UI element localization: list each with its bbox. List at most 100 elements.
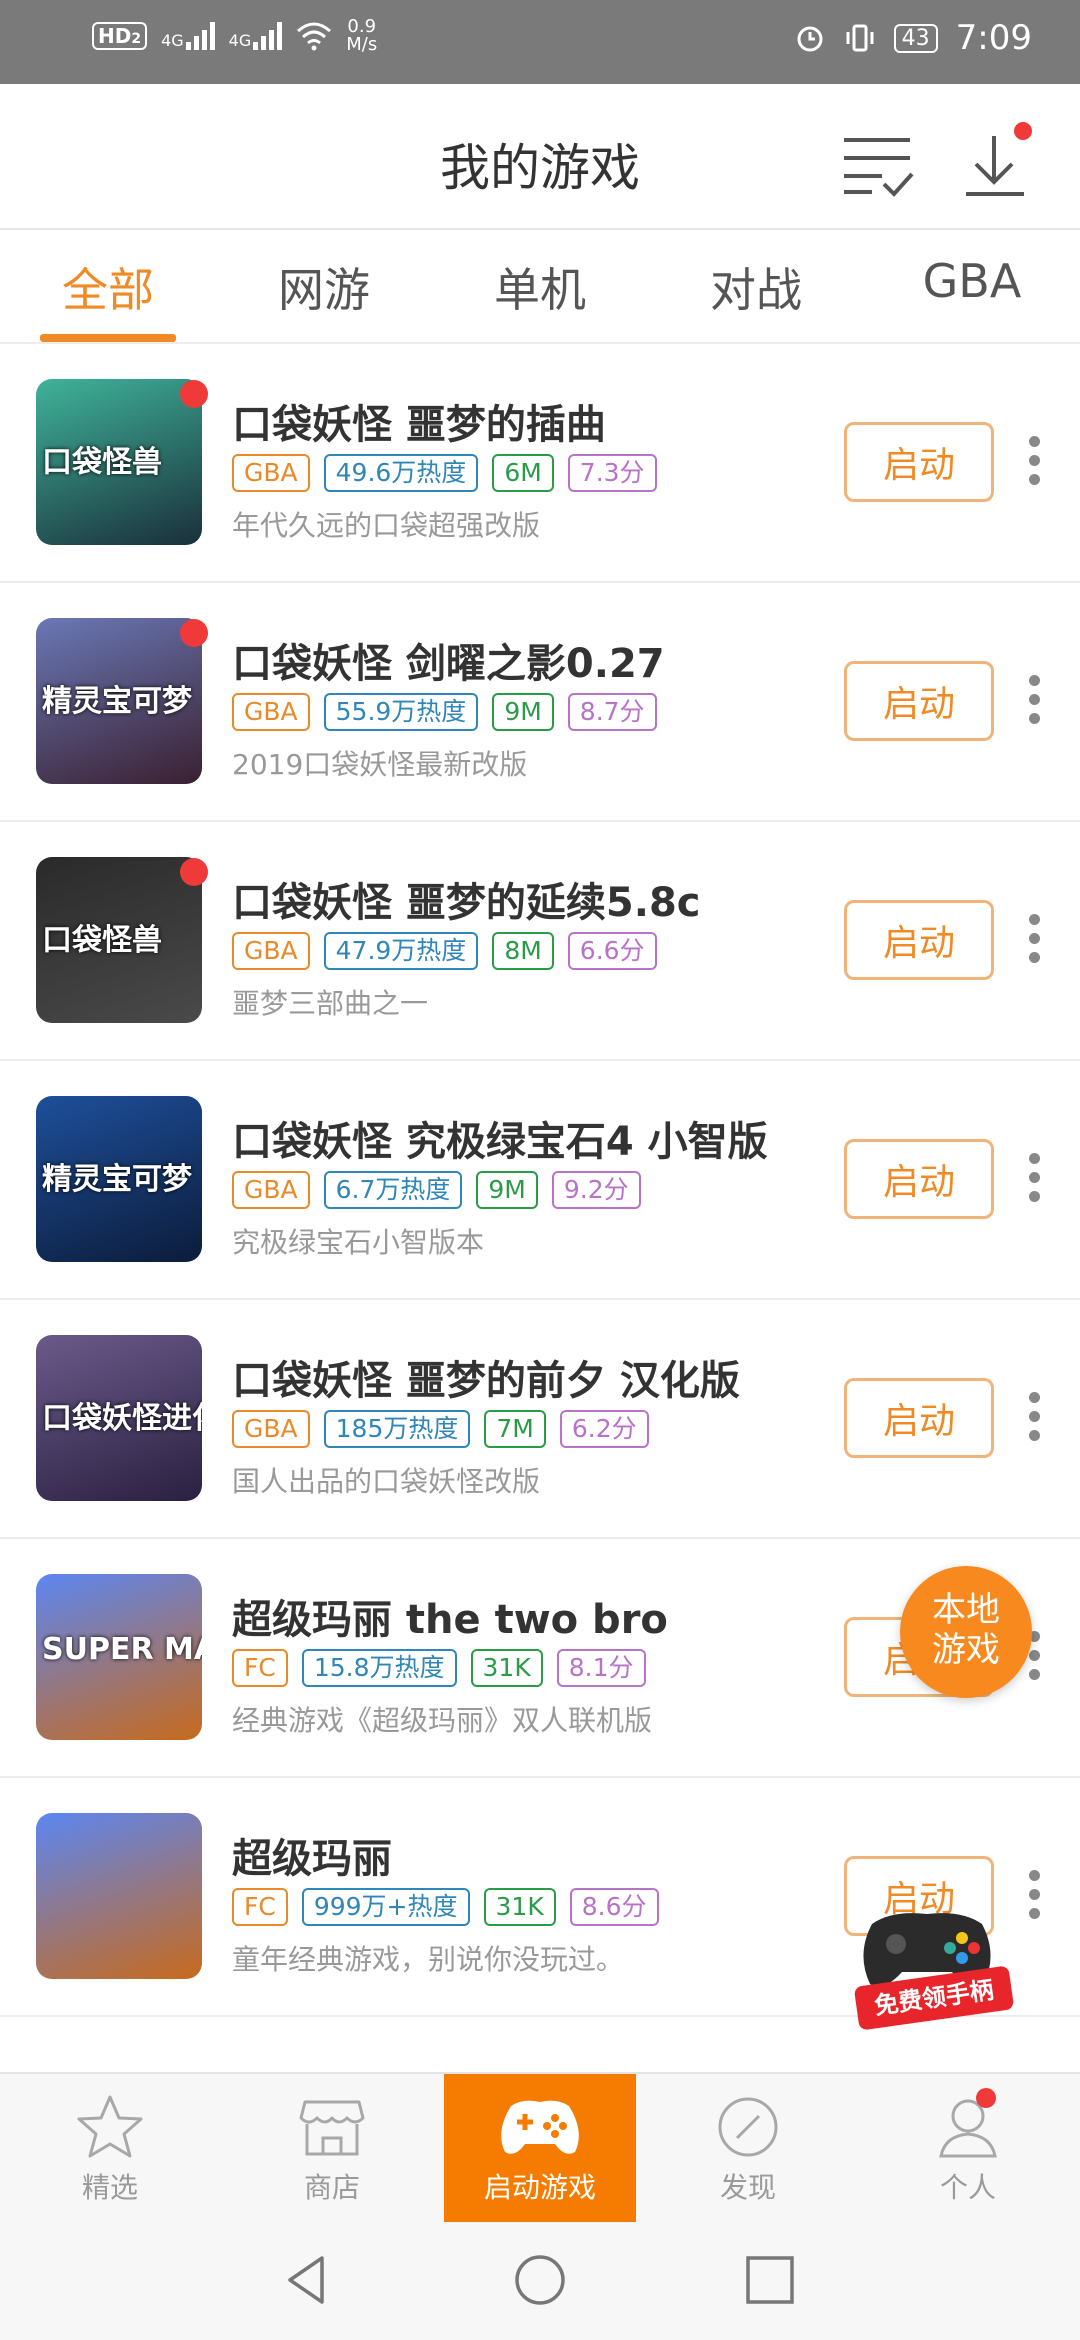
game-row[interactable]: 口袋妖怪进化论口袋妖怪 噩梦的前夕 汉化版 GBA 185万热度 7M 6.2分国人出品… — [0, 1300, 1080, 1539]
more-options-button[interactable] — [1024, 1870, 1044, 1926]
game-tags: GBA 185万热度 7M 6.2分 — [232, 1410, 649, 1448]
game-thumbnail[interactable]: SUPER MARIO BROS. — [36, 1574, 202, 1740]
more-options-button[interactable] — [1024, 1392, 1044, 1448]
net2-label: 4G — [228, 31, 252, 50]
net1-label: 4G — [161, 31, 184, 50]
launch-button[interactable]: 启动 — [844, 661, 994, 741]
launch-button[interactable]: 启动 — [844, 1378, 994, 1458]
nav-store[interactable]: 商店 — [260, 2074, 404, 2224]
game-description: 噩梦三部曲之一 — [232, 987, 429, 1020]
tab-all[interactable]: 全部 — [0, 254, 216, 320]
download-button[interactable] — [958, 122, 1038, 208]
game-thumbnail[interactable] — [36, 1813, 202, 1979]
new-badge — [180, 858, 208, 886]
more-options-button[interactable] — [1024, 675, 1044, 731]
thumbnail-title: SUPER MARIO BROS. — [42, 1632, 202, 1667]
free-gamepad-promo[interactable]: 免费领手柄 — [852, 1904, 1015, 2034]
nav-featured[interactable]: 精选 — [38, 2074, 182, 2224]
popularity-tag: 15.8万热度 — [301, 1649, 457, 1687]
game-description: 究极绿宝石小智版本 — [232, 1226, 485, 1259]
profile-badge — [976, 2088, 996, 2108]
more-vertical-icon — [1024, 675, 1044, 724]
game-row[interactable]: 口袋怪兽 口袋妖怪 噩梦的插曲 GBA 49.6万热度 6M 7.3分 年代久远的口袋超强改… — [0, 344, 1080, 583]
bottom-navigation: 精选 商店 启动游戏 发现 个人 — [0, 2072, 1080, 2224]
more-options-button[interactable] — [1024, 914, 1044, 970]
app-header: 我的游戏 — [0, 84, 1080, 230]
game-title: 口袋妖怪 噩梦的前夕 汉化版 — [232, 1358, 740, 1404]
nav-profile[interactable]: 个人 — [896, 2074, 1040, 2224]
compass-icon — [718, 2097, 778, 2157]
score-tag: 8.1分 — [556, 1649, 646, 1687]
hd-indicator: HD2 — [92, 22, 148, 50]
popularity-tag: 47.9万热度 — [323, 932, 479, 970]
more-vertical-icon — [1024, 436, 1044, 485]
thumbnail-art — [36, 1813, 202, 1979]
status-right: 43 7:09 — [794, 18, 1032, 58]
back-button[interactable] — [278, 2250, 338, 2310]
platform-tag: GBA — [232, 932, 310, 970]
category-tabs: 全部 网游 单机 对战 GBA — [0, 232, 1080, 344]
nav-discover-label: 发现 — [719, 2171, 776, 2204]
game-description: 2019口袋妖怪最新改版 — [232, 748, 528, 781]
game-tags: FC 999万+热度 31K 8.6分 — [232, 1888, 659, 1926]
new-badge — [180, 619, 208, 647]
game-thumbnail[interactable]: 精灵宝可梦 — [36, 1096, 202, 1262]
thumbnail-title: 精灵宝可梦 — [42, 684, 192, 719]
status-left: HD2 4G 4G 0.9 M/s — [92, 18, 377, 54]
game-thumbnail[interactable]: 口袋妖怪进化论 — [36, 1335, 202, 1501]
signal-1: 4G — [161, 22, 215, 50]
size-tag: 7M — [484, 1410, 546, 1448]
game-title: 口袋妖怪 噩梦的插曲 — [232, 402, 606, 448]
nav-discover[interactable]: 发现 — [676, 2074, 820, 2224]
local-games-fab[interactable]: 本地 游戏 — [900, 1566, 1032, 1698]
signal-bars-icon — [185, 22, 215, 50]
more-options-button[interactable] — [1024, 436, 1044, 492]
more-vertical-icon — [1024, 1153, 1044, 1202]
fab-local-line1: 本地 — [932, 1590, 1000, 1630]
game-row[interactable]: 精灵宝可梦 口袋妖怪 究极绿宝石4 小智版 GBA 6.7万热度 9M 9.2分 究极绿宝石… — [0, 1061, 1080, 1300]
tab-single[interactable]: 单机 — [432, 254, 648, 320]
size-tag: 8M — [492, 932, 554, 970]
speed-unit: M/s — [346, 34, 378, 55]
game-row[interactable]: 口袋怪兽 口袋妖怪 噩梦的延续5.8c GBA 47.9万热度 8M 6.6分 噩梦三部曲之… — [0, 822, 1080, 1061]
game-thumbnail[interactable]: 口袋怪兽 — [36, 857, 202, 1023]
game-description: 经典游戏《超级玛丽》双人联机版 — [232, 1704, 653, 1737]
popularity-tag: 6.7万热度 — [323, 1171, 463, 1209]
hd-sub: 2 — [131, 31, 142, 47]
score-tag: 8.6分 — [569, 1888, 659, 1926]
tab-gba[interactable]: GBA — [864, 254, 1080, 308]
recents-button[interactable] — [740, 2250, 800, 2310]
size-tag: 9M — [492, 693, 554, 731]
nav-profile-label: 个人 — [939, 2171, 996, 2204]
system-navigation — [0, 2222, 1080, 2340]
game-title: 超级玛丽 — [232, 1836, 392, 1882]
nav-featured-label: 精选 — [81, 2171, 138, 2204]
more-options-button[interactable] — [1024, 1153, 1044, 1209]
game-thumbnail[interactable]: 口袋怪兽 — [36, 379, 202, 545]
size-tag: 6M — [492, 454, 554, 492]
nav-launch-games-label: 启动游戏 — [483, 2171, 596, 2204]
launch-button[interactable]: 启动 — [844, 900, 994, 980]
download-icon — [966, 136, 1024, 196]
score-tag: 8.7分 — [567, 693, 657, 731]
active-tab-indicator — [40, 334, 176, 342]
page-title: 我的游戏 — [440, 139, 640, 197]
new-badge — [180, 380, 208, 408]
platform-tag: FC — [232, 1888, 288, 1926]
home-button[interactable] — [510, 2250, 570, 2310]
tab-battle[interactable]: 对战 — [648, 254, 864, 320]
game-thumbnail[interactable]: 精灵宝可梦 — [36, 618, 202, 784]
tab-online[interactable]: 网游 — [216, 254, 432, 320]
game-description: 童年经典游戏，别说你没玩过。 — [232, 1943, 625, 1976]
platform-tag: GBA — [232, 454, 310, 492]
platform-tag: FC — [232, 1649, 288, 1687]
more-vertical-icon — [1024, 1392, 1044, 1441]
launch-button[interactable]: 启动 — [844, 422, 994, 502]
checklist-button[interactable] — [838, 128, 918, 208]
game-row[interactable]: 精灵宝可梦 口袋妖怪 剑曜之影0.27 GBA 55.9万热度 9M 8.7分 2019口袋… — [0, 583, 1080, 822]
nav-launch-games[interactable]: 启动游戏 — [444, 2074, 636, 2224]
popularity-tag: 49.6万热度 — [323, 454, 479, 492]
recents-icon — [746, 2256, 794, 2304]
launch-button[interactable]: 启动 — [844, 1139, 994, 1219]
score-tag: 6.6分 — [567, 932, 657, 970]
